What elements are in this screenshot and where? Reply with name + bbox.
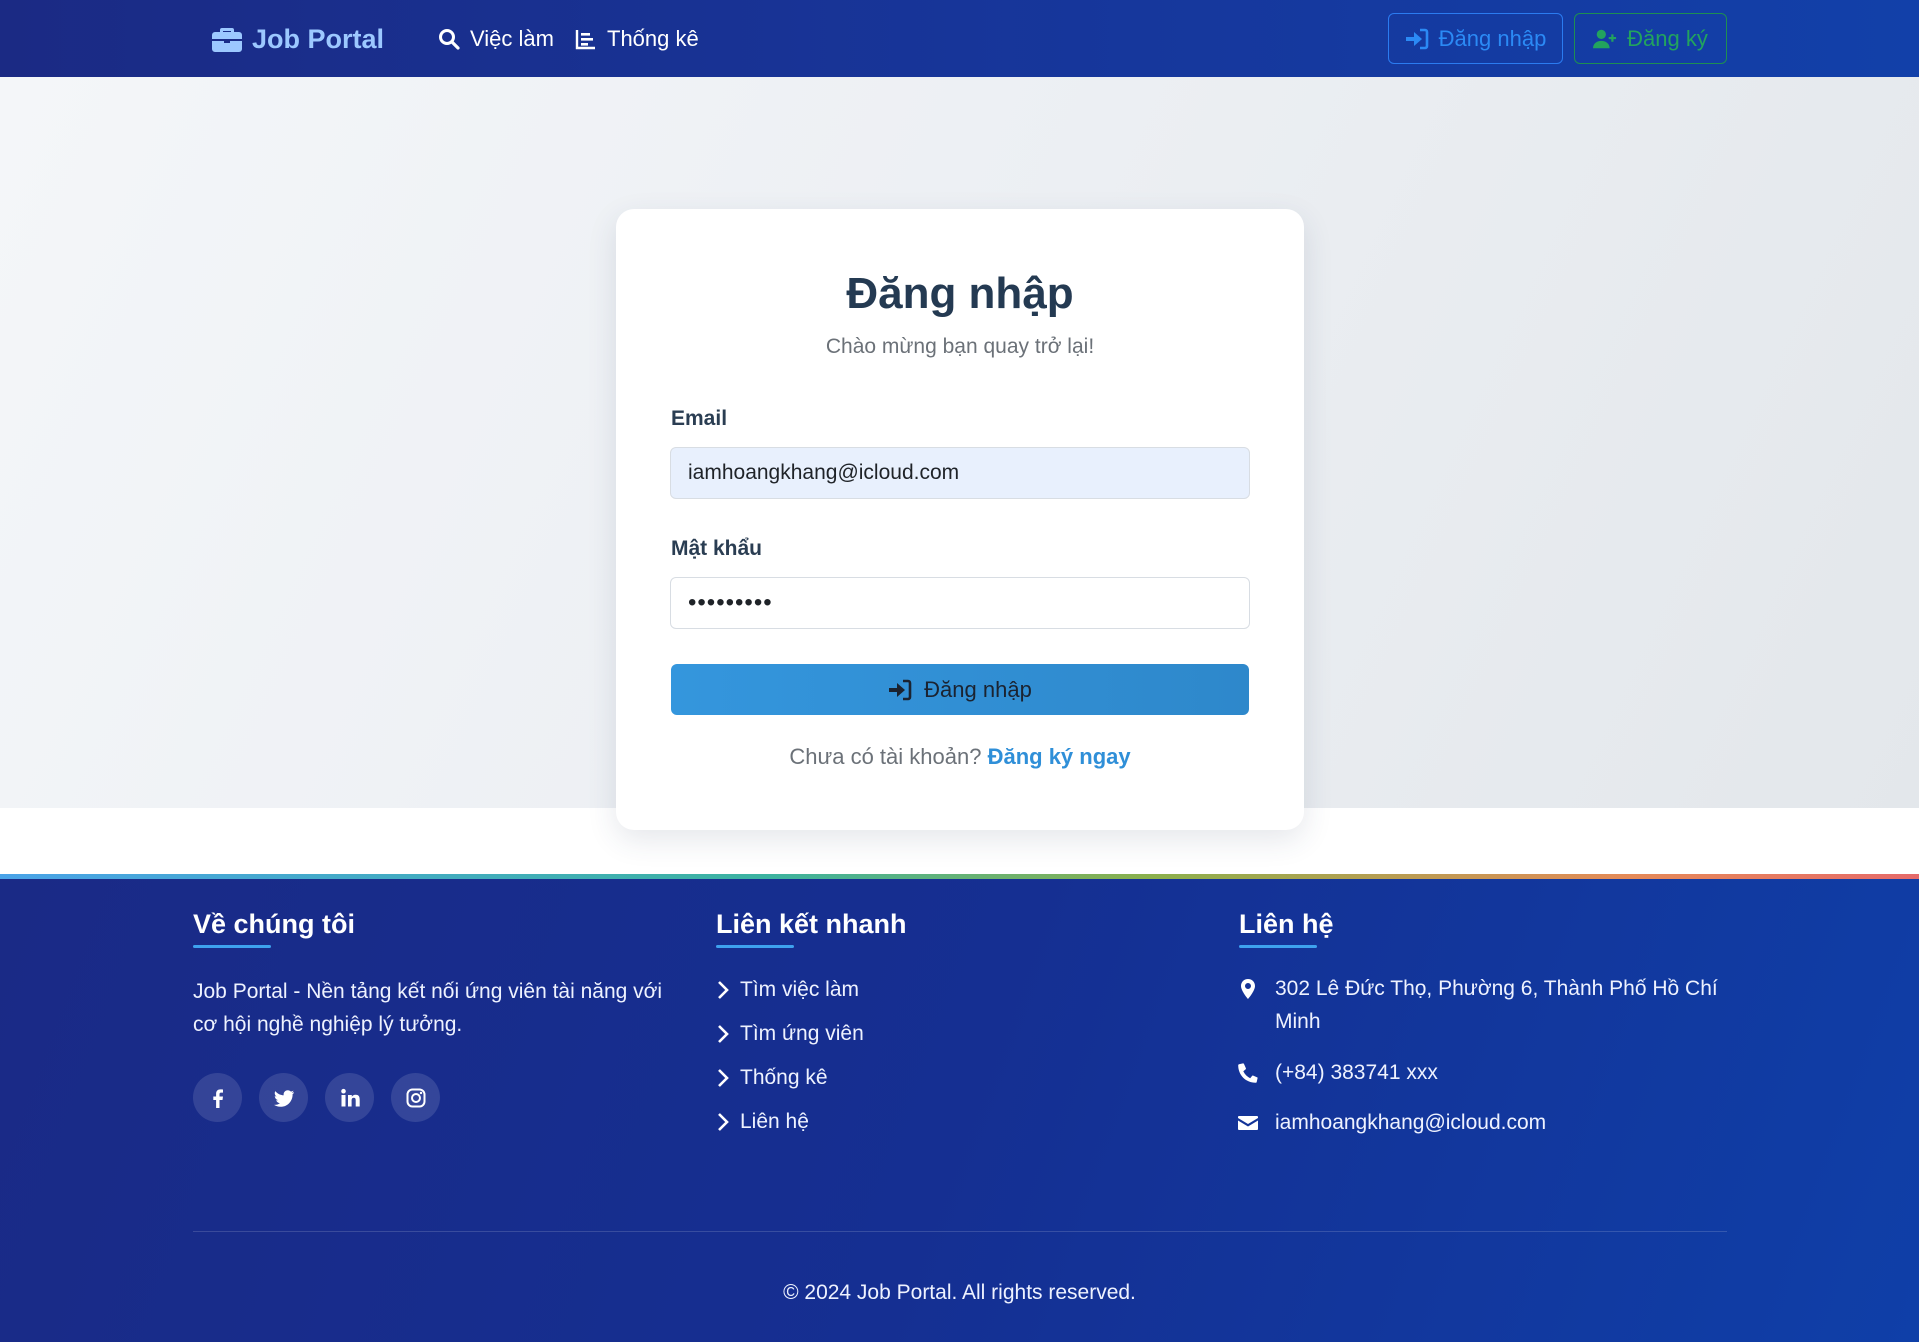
chevron-right-icon xyxy=(718,1113,729,1131)
facebook-icon xyxy=(212,1088,223,1108)
sign-in-icon xyxy=(889,679,912,700)
search-icon xyxy=(439,29,460,50)
register-now-link[interactable]: Đăng ký ngay xyxy=(988,744,1131,769)
instagram-icon xyxy=(406,1088,425,1107)
footer-link-find-candidates[interactable]: Tìm ứng viên xyxy=(716,1019,864,1049)
briefcase-icon xyxy=(212,28,242,52)
linkedin-link[interactable] xyxy=(325,1073,374,1122)
footer-link-stats[interactable]: Thống kê xyxy=(716,1063,828,1093)
submit-login-label: Đăng nhập xyxy=(924,676,1032,702)
footer-link-label: Tìm việc làm xyxy=(740,978,860,1001)
email-field[interactable]: iamhoangkhang@icloud.com xyxy=(670,447,1250,499)
footer-link-contact[interactable]: Liên hệ xyxy=(716,1107,809,1137)
top-navbar: Job Portal Việc làm Thống kê Đăng nhập Đ… xyxy=(0,0,1919,77)
footer-link-find-jobs[interactable]: Tìm việc làm xyxy=(716,975,859,1005)
contact-phone-text: (+84) 383741 xxx xyxy=(1275,1061,1438,1084)
footer-link-label: Thống kê xyxy=(740,1066,828,1089)
footer-contact-heading: Liên hệ xyxy=(1239,909,1334,948)
no-account-text: Chưa có tài khoản? xyxy=(789,744,982,769)
footer-divider xyxy=(193,1231,1727,1232)
register-prompt: Chưa có tài khoản? Đăng ký ngay xyxy=(616,744,1304,770)
phone-icon xyxy=(1238,1063,1258,1083)
user-plus-icon xyxy=(1593,29,1617,48)
brand-logo[interactable]: Job Portal xyxy=(212,20,384,58)
nav-link-jobs[interactable]: Việc làm xyxy=(438,22,554,56)
sign-in-icon xyxy=(1405,28,1428,49)
contact-email-text: iamhoangkhang@icloud.com xyxy=(1275,1111,1547,1134)
chart-icon xyxy=(575,30,595,50)
page-title: Đăng nhập xyxy=(846,269,1074,318)
contact-phone: (+84) 383741 xxx xyxy=(1237,1056,1438,1089)
copyright-text: © 2024 Job Portal. All rights reserved. xyxy=(783,1281,1136,1304)
chevron-right-icon xyxy=(718,981,729,999)
chevron-right-icon xyxy=(718,1069,729,1087)
nav-link-label: Thống kê xyxy=(607,26,699,51)
password-label: Mật khẩu xyxy=(671,537,763,560)
envelope-icon xyxy=(1238,1116,1258,1130)
login-button[interactable]: Đăng nhập xyxy=(1388,13,1563,64)
map-marker-icon xyxy=(1241,979,1255,999)
twitter-link[interactable] xyxy=(259,1073,308,1122)
submit-login-button[interactable]: Đăng nhập xyxy=(671,664,1249,715)
chevron-right-icon xyxy=(718,1025,729,1043)
contact-address: 302 Lê Đức Thọ, Phường 6, Thành Phố Hồ C… xyxy=(1237,972,1727,1038)
footer-about-text: Job Portal - Nền tảng kết nối ứng viên t… xyxy=(193,980,663,1036)
email-label: Email xyxy=(671,407,728,430)
footer-link-label: Liên hệ xyxy=(740,1110,809,1133)
nav-link-stats[interactable]: Thống kê xyxy=(575,22,699,56)
facebook-link[interactable] xyxy=(193,1073,242,1122)
page-subtitle: Chào mừng bạn quay trở lại! xyxy=(825,335,1095,358)
twitter-icon xyxy=(273,1089,294,1107)
login-card: Đăng nhập Chào mừng bạn quay trở lại! Em… xyxy=(616,209,1304,830)
main-content: Đăng nhập Chào mừng bạn quay trở lại! Em… xyxy=(0,77,1919,830)
login-button-label: Đăng nhập xyxy=(1438,25,1547,51)
linkedin-icon xyxy=(340,1088,360,1106)
brand-name: Job Portal xyxy=(252,23,385,54)
footer-links-heading: Liên kết nhanh xyxy=(716,909,907,948)
footer: Về chúng tôi Liên kết nhanh Liên hệ Job … xyxy=(0,879,1919,1342)
email-field-value: iamhoangkhang@icloud.com xyxy=(688,461,960,484)
password-field-value: ••••••••• xyxy=(688,589,773,616)
register-button-label: Đăng ký xyxy=(1627,25,1708,51)
footer-about-heading: Về chúng tôi xyxy=(193,909,355,948)
footer-link-label: Tìm ứng viên xyxy=(740,1022,864,1045)
contact-email: iamhoangkhang@icloud.com xyxy=(1237,1106,1546,1139)
contact-address-text: 302 Lê Đức Thọ, Phường 6, Thành Phố Hồ C… xyxy=(1275,977,1718,1033)
register-button[interactable]: Đăng ký xyxy=(1574,13,1727,64)
instagram-link[interactable] xyxy=(391,1073,440,1122)
password-field[interactable]: ••••••••• xyxy=(670,577,1250,629)
nav-link-label: Việc làm xyxy=(470,26,554,51)
